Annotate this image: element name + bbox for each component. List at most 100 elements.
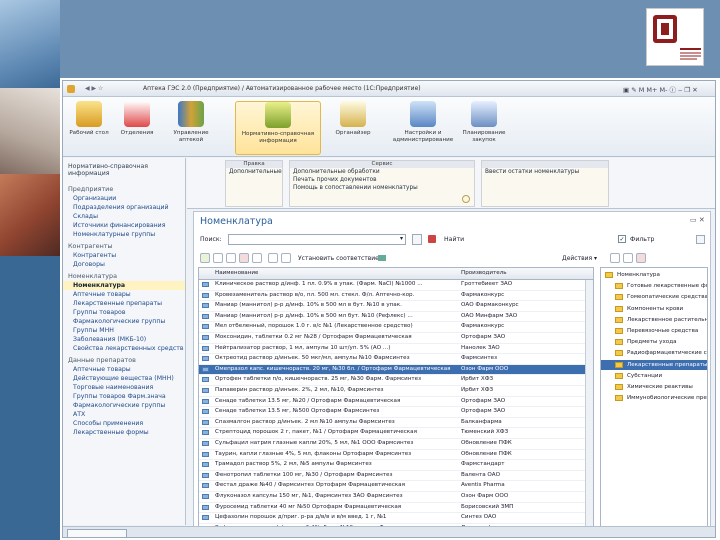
tree-root[interactable]: Номенклатура	[601, 270, 707, 281]
table-row[interactable]: Омепразол капс. кишечнораств. 20 мг, №30…	[199, 364, 593, 376]
sidebar-item[interactable]: Группы МНН	[63, 326, 185, 335]
table-row[interactable]: Фестал драже №40 / Фармсинтез Ортофарм Ф…	[199, 481, 593, 492]
table-row[interactable]: Ортофен таблетки п/о, кишечнораств. 25 м…	[199, 375, 593, 386]
action-link[interactable]: Ввести остатки номенклатуры	[482, 168, 608, 176]
tree-node[interactable]: Субстанции	[601, 371, 707, 382]
sidebar-item[interactable]: Договоры	[63, 260, 185, 269]
table-row[interactable]: Сенаде таблетки 13.5 мг, №20 / Ортофарм …	[199, 397, 593, 408]
list-view-icon[interactable]	[268, 253, 278, 263]
taskbar-tab[interactable]	[67, 529, 127, 537]
nav-back-icon[interactable]: ◀ ▶ ☆	[85, 85, 103, 92]
sidebar-item[interactable]: Источники финансирования	[63, 221, 185, 230]
table-row[interactable]: Спазмалгон раствор д/инъек. 2 мл №10 амп…	[199, 418, 593, 429]
table-row[interactable]: Октреотид раствор д/инъек. 50 мкг/мл, ам…	[199, 354, 593, 365]
sidebar-item[interactable]: Фармакологические группы	[63, 317, 185, 326]
table-row[interactable]: Сенаде таблетки 13.5 мг, №500 Ортофарм Ф…	[199, 407, 593, 418]
table-row[interactable]: Цефазолин порошок д/приг. р-ра д/в/в и в…	[199, 513, 593, 524]
sidebar-item[interactable]: АТХ	[63, 410, 185, 419]
ribbon-departments[interactable]: Отделения	[115, 101, 159, 155]
tree-edit-icon[interactable]	[623, 253, 633, 263]
sidebar-item[interactable]: Способы применения	[63, 419, 185, 428]
sidebar-item[interactable]: Лекарственные формы	[63, 428, 185, 437]
action-link[interactable]: Печать прочих документов	[290, 176, 474, 184]
table-row[interactable]: Мел отбеленный, порошок 1.0 г. в/с №1 (Л…	[199, 322, 593, 333]
ribbon-organizer[interactable]: Органайзер	[329, 101, 377, 155]
tree-node[interactable]: Предметы ухода	[601, 337, 707, 348]
chevron-down-icon[interactable]: ▾	[400, 235, 403, 242]
table-row[interactable]: Стрептоцид порошок 2 г, пакет, №1 / Орто…	[199, 428, 593, 439]
tree-node[interactable]: Готовые лекарственные формы	[601, 281, 707, 292]
sidebar-item[interactable]: Лекарственные препараты	[63, 299, 185, 308]
move-icon[interactable]	[252, 253, 262, 263]
tree-node[interactable]: Лекарственные препараты	[601, 359, 707, 371]
tree-node[interactable]: Перевязочные средства	[601, 326, 707, 337]
tree-node[interactable]: Лекарственное растительное сырье	[601, 315, 707, 326]
table-row[interactable]: Папаверин раствор д/инъек. 2%, 2 мл, №10…	[199, 386, 593, 397]
hierarchy-icon[interactable]	[281, 253, 291, 263]
table-row[interactable]: Кровезаменитель раствор в/о, пл. 500 мл.…	[199, 291, 593, 302]
sidebar-top-link[interactable]: Нормативно-справочная информация	[63, 158, 185, 182]
action-link[interactable]: Дополнительные отчеты	[226, 168, 282, 176]
actions-menu[interactable]: Действия ▾	[562, 255, 597, 262]
ribbon-desktop[interactable]: Рабочий стол	[69, 101, 109, 155]
cell-maker: Ортофарм ЗАО	[461, 408, 506, 415]
toolbar-status[interactable]: Установить соответствие	[298, 255, 379, 262]
sidebar-item[interactable]: Действующие вещества (МНН)	[63, 374, 185, 383]
column-header-name[interactable]: Наименование	[215, 270, 258, 276]
sidebar-item[interactable]: Контрагенты	[63, 251, 185, 260]
sidebar-item[interactable]: Организации	[63, 194, 185, 203]
ribbon-reference-info[interactable]: Нормативно-справочная информация	[235, 101, 321, 155]
sidebar-item[interactable]: Подразделения организаций	[63, 203, 185, 212]
table-row[interactable]: Моксонидин, таблетки 0.2 мг №28 / Ортофа…	[199, 333, 593, 344]
sidebar-item-nomenclature[interactable]: Номенклатура	[63, 281, 185, 290]
sidebar-item[interactable]: Свойства лекарственных средств	[63, 344, 185, 353]
sidebar-item[interactable]: Аптечные товары	[63, 290, 185, 299]
table-row[interactable]: Таурин, капли глазные 4%, 5 мл, флаконы …	[199, 450, 593, 461]
tree-add-icon[interactable]	[610, 253, 620, 263]
sidebar-item[interactable]: Группы товаров Фарм.знача	[63, 392, 185, 401]
table-scrollbar[interactable]	[585, 280, 593, 526]
ribbon-pharmacy-management[interactable]: Управление аптекой	[167, 101, 215, 155]
actions-header: Сервис	[290, 161, 474, 168]
table-row[interactable]: Фенотропил таблетки 100 мг, №30 / Ортофа…	[199, 471, 593, 482]
settings-icon[interactable]	[696, 235, 705, 244]
action-link[interactable]: Помощь в сопоставлении номенклатуры	[290, 184, 474, 192]
table-row[interactable]: Сульфацил натрия глазные капли 20%, 5 мл…	[199, 439, 593, 450]
table-row[interactable]: Маниар (маннитол) р-р д/инф. 10% в 500 м…	[199, 312, 593, 323]
find-button[interactable]: Найти	[444, 236, 464, 243]
sidebar-item[interactable]: Заболевания (МКБ-10)	[63, 335, 185, 344]
tree-node[interactable]: Химические реактивы	[601, 382, 707, 393]
sidebar-item[interactable]: Аптечные товары	[63, 365, 185, 374]
search-input[interactable]	[228, 234, 406, 245]
table-row[interactable]: Нейтрализатор раствор, 1 мл, ампулы 10 ш…	[199, 344, 593, 355]
tree-delete-icon[interactable]	[636, 253, 646, 263]
sidebar-item[interactable]: Торговые наименования	[63, 383, 185, 392]
tree-node[interactable]: Гомеопатические средства	[601, 292, 707, 303]
add-icon[interactable]	[200, 253, 210, 263]
table-row[interactable]: Клиническое раствор д/инф. 1 пл. 0.9% в …	[199, 280, 593, 291]
search-options-button[interactable]	[412, 234, 422, 245]
column-header-maker[interactable]: Производитель	[461, 270, 507, 276]
action-link[interactable]: Дополнительные обработки	[290, 168, 474, 176]
window-controls[interactable]: ▣ ✎ M M+ M- ⓘ ‒ ❐ ✕	[623, 84, 698, 94]
table-row[interactable]: Фуросемид таблетки 40 мг №50 Ортофарм Фа…	[199, 503, 593, 514]
expand-icon[interactable]	[462, 195, 470, 203]
table-row[interactable]: Маниар (маннитол) р-р д/инф. 10% в 500 м…	[199, 301, 593, 312]
table-row[interactable]: Флуконазол капсулы 150 мг, №1, Фармсинте…	[199, 492, 593, 503]
sidebar-item[interactable]: Склады	[63, 212, 185, 221]
delete-icon[interactable]	[239, 253, 249, 263]
sidebar-item[interactable]: Фармакологические группы	[63, 401, 185, 410]
ribbon-settings[interactable]: Настройки и администрирование	[387, 101, 459, 155]
sidebar-item[interactable]: Группы товаров	[63, 308, 185, 317]
filter-checkbox[interactable]: ✓	[618, 235, 626, 243]
table-row[interactable]: Трамадол раствор 5%, 2 мл, №5 ампулы Фар…	[199, 460, 593, 471]
tree-node[interactable]: Радиофармацевтические средства	[601, 348, 707, 359]
ribbon-purchase-planning[interactable]: Планирование закупок	[459, 101, 509, 155]
tree-node[interactable]: Иммунобиологические препараты	[601, 393, 707, 404]
add-folder-icon[interactable]	[213, 253, 223, 263]
form-window-controls[interactable]: ▭ ✕	[690, 216, 705, 224]
sidebar-item[interactable]: Номенклатурные группы	[63, 230, 185, 239]
tree-node[interactable]: Компоненты крови	[601, 304, 707, 315]
clear-search-icon[interactable]	[428, 235, 436, 243]
copy-icon[interactable]	[226, 253, 236, 263]
